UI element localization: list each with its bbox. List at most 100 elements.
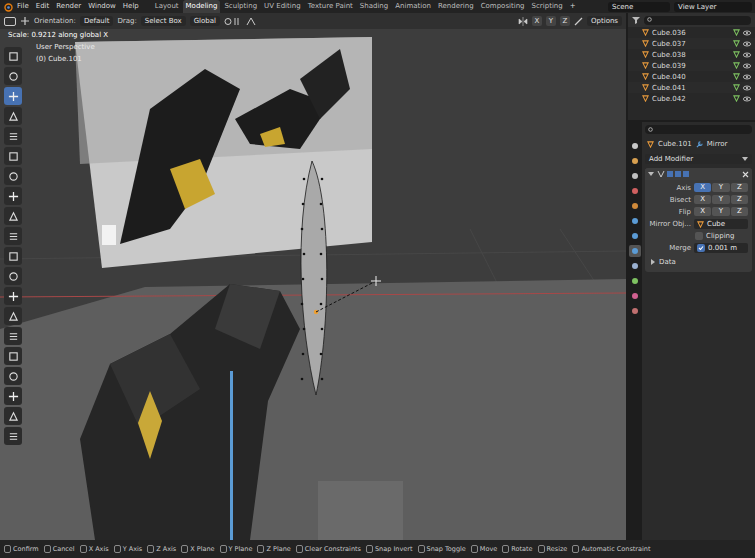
merge-checkbox[interactable] [697, 244, 705, 252]
properties-tab[interactable] [629, 155, 641, 167]
tool-button[interactable] [4, 47, 22, 65]
outliner-row[interactable]: Cube.039 [628, 60, 755, 71]
mode-icon[interactable] [20, 16, 30, 26]
workspace-tab[interactable]: Shading [357, 0, 391, 13]
add-modifier-dropdown[interactable]: Add Modifier [645, 154, 752, 164]
outliner-row[interactable]: Cube.042 [628, 93, 755, 104]
tool-button[interactable] [4, 427, 22, 445]
scene-field[interactable]: Scene [608, 2, 670, 12]
axis-toggle[interactable]: Z [731, 183, 748, 192]
tools-icon[interactable] [574, 17, 583, 26]
tool-button[interactable] [4, 287, 22, 305]
3d-viewport[interactable]: Scale: 0.9212 along global XUser Perspec… [0, 29, 626, 540]
axis-toggle[interactable]: X [694, 195, 711, 204]
properties-tab[interactable] [629, 215, 641, 227]
mirror-object-field[interactable]: Cube [694, 219, 748, 229]
menu-item[interactable]: File [14, 0, 32, 13]
tool-button[interactable] [4, 387, 22, 405]
properties-tab[interactable] [629, 275, 641, 287]
axis-toggle[interactable]: X [694, 183, 711, 192]
tool-button[interactable] [4, 407, 22, 425]
mirror-axis-toggle[interactable]: X [532, 16, 542, 26]
tool-button[interactable] [4, 247, 22, 265]
editor-type-icon[interactable] [4, 17, 16, 26]
properties-tab[interactable] [629, 140, 641, 152]
tool-button[interactable] [4, 107, 22, 125]
tool-button[interactable] [4, 307, 22, 325]
menu-item[interactable]: Render [53, 0, 84, 13]
proportional-edit-icon[interactable] [246, 17, 258, 26]
axis-toggle[interactable]: Y [712, 195, 729, 204]
workspace-tab[interactable]: Modeling [183, 0, 221, 13]
tool-button[interactable] [4, 267, 22, 285]
merge-field[interactable]: 0.001 m [694, 243, 748, 253]
blender-logo-icon[interactable] [3, 2, 13, 12]
close-icon[interactable] [742, 171, 749, 178]
tool-button[interactable] [4, 207, 22, 225]
drag-dropdown[interactable]: Select Box [141, 16, 186, 26]
axis-toggle[interactable]: Y [712, 183, 729, 192]
mirror-icon[interactable] [518, 17, 528, 26]
workspace-tab[interactable]: UV Editing [261, 0, 304, 13]
tool-button[interactable] [4, 347, 22, 365]
outliner-row[interactable]: Cube.041 [628, 82, 755, 93]
workspace-tab[interactable]: Rendering [435, 0, 477, 13]
selected-mesh[interactable] [301, 161, 327, 395]
filter-icon[interactable] [632, 16, 640, 24]
properties-tab[interactable] [629, 305, 641, 317]
outliner-row[interactable]: Cube.036 [628, 27, 755, 38]
properties-tab[interactable] [629, 290, 641, 302]
eye-icon[interactable] [743, 52, 751, 58]
view-layer-field[interactable]: View Layer [674, 2, 752, 12]
viewport-scene[interactable] [0, 29, 626, 540]
eye-icon[interactable] [743, 30, 751, 36]
clipping-checkbox[interactable] [695, 232, 703, 240]
axis-toggle[interactable]: Z [731, 195, 748, 204]
eye-icon[interactable] [743, 41, 751, 47]
clipping-row[interactable]: Clipping [645, 232, 752, 240]
eye-icon[interactable] [743, 74, 751, 80]
tool-button[interactable] [4, 327, 22, 345]
tool-button[interactable] [4, 227, 22, 245]
properties-tab[interactable] [629, 260, 641, 272]
snap-icon[interactable] [224, 17, 242, 26]
axis-toggle[interactable]: X [694, 207, 711, 216]
eye-icon[interactable] [743, 96, 751, 102]
transform-dropdown[interactable]: Global [190, 16, 220, 26]
outliner-search[interactable] [644, 16, 751, 25]
orientation-dropdown[interactable]: Default [80, 16, 114, 26]
tool-button[interactable] [4, 187, 22, 205]
workspace-tab[interactable]: Texture Paint [305, 0, 356, 13]
axis-toggle[interactable]: Y [712, 207, 729, 216]
mirror-axis-toggle[interactable]: Z [560, 16, 570, 26]
tool-button[interactable] [4, 87, 22, 105]
menu-item[interactable]: Edit [33, 0, 53, 13]
workspace-tab[interactable]: Animation [392, 0, 434, 13]
options-dropdown[interactable]: Options [587, 16, 622, 26]
workspace-tab[interactable]: Sculpting [221, 0, 260, 13]
properties-tab[interactable] [629, 200, 641, 212]
mirror-axis-toggle[interactable]: Y [546, 16, 556, 26]
workspace-tab[interactable]: Layout [152, 0, 182, 13]
outliner-row[interactable]: Cube.040 [628, 71, 755, 82]
tool-button[interactable] [4, 67, 22, 85]
tool-button[interactable] [4, 167, 22, 185]
eye-icon[interactable] [743, 85, 751, 91]
data-subpanel[interactable]: Data [645, 256, 752, 268]
menu-item[interactable]: Help [120, 0, 142, 13]
axis-toggle[interactable]: Z [731, 207, 748, 216]
workspace-tab[interactable]: Compositing [478, 0, 528, 13]
properties-search[interactable] [645, 125, 752, 134]
properties-tab[interactable] [629, 170, 641, 182]
properties-tab[interactable] [629, 245, 641, 257]
tool-button[interactable] [4, 367, 22, 385]
menu-item[interactable]: Window [85, 0, 119, 13]
properties-tab[interactable] [629, 230, 641, 242]
tool-button[interactable] [4, 127, 22, 145]
outliner-row[interactable]: Cube.038 [628, 49, 755, 60]
modifier-toggles-icon[interactable] [657, 170, 691, 178]
properties-tab[interactable] [629, 185, 641, 197]
tool-button[interactable] [4, 147, 22, 165]
add-workspace-button[interactable]: + [567, 0, 579, 13]
outliner-row[interactable]: Cube.037 [628, 38, 755, 49]
